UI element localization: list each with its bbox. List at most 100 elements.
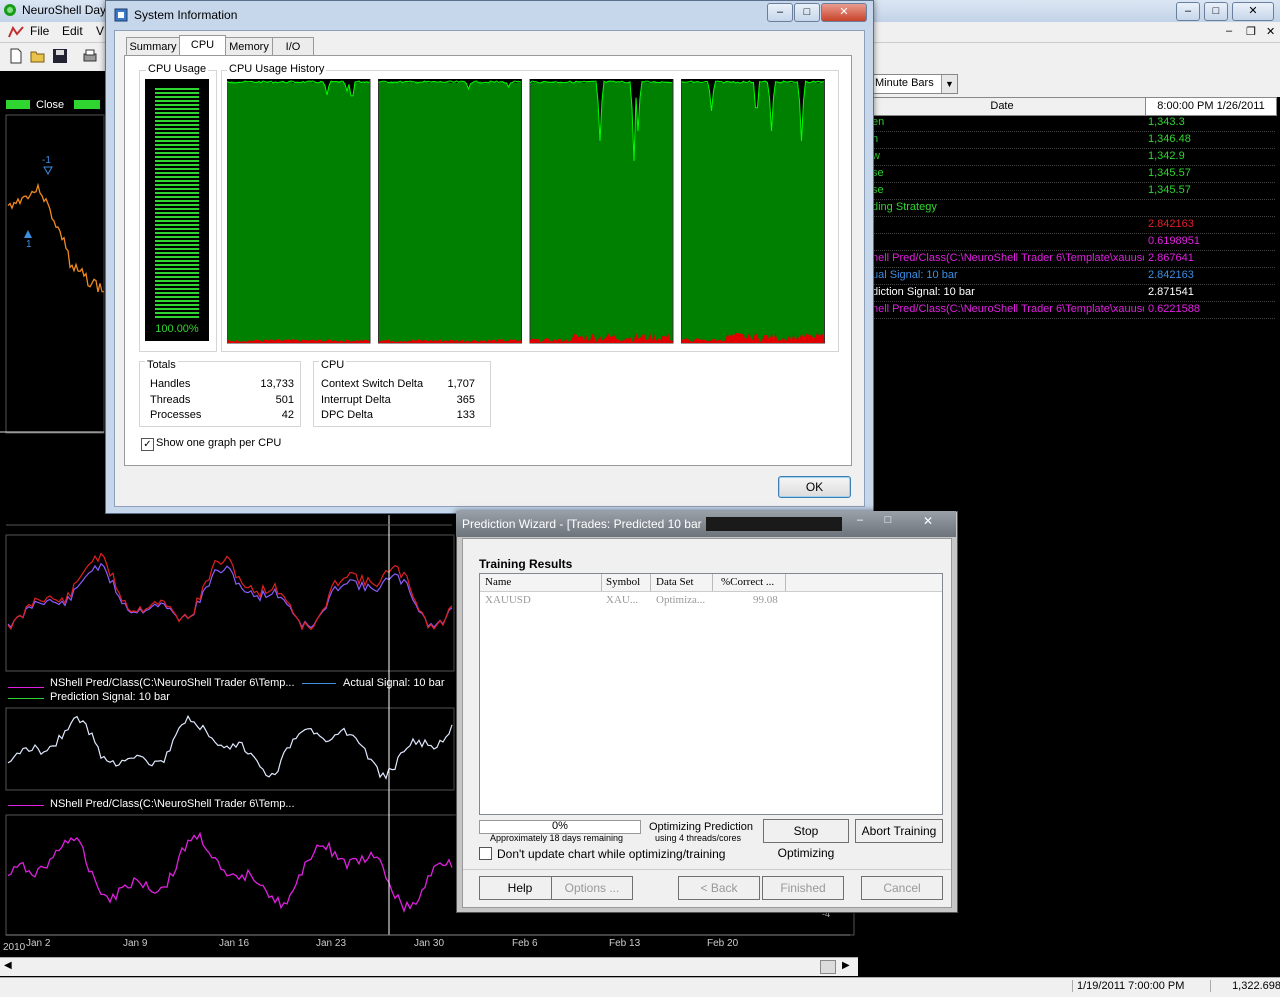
table-row[interactable]: 2.842163 bbox=[858, 217, 1275, 234]
col-name[interactable]: Name bbox=[480, 574, 602, 591]
meter-segment bbox=[155, 228, 199, 230]
table-row[interactable]: diction Signal: 10 bar 2.871541 bbox=[858, 285, 1275, 302]
col-symbol[interactable]: Symbol bbox=[601, 574, 651, 591]
scroll-thumb[interactable] bbox=[820, 960, 836, 974]
col-correct[interactable]: %Correct ... bbox=[713, 574, 786, 591]
table-row[interactable]: hell Pred/Class(C:\NeuroShell Trader 6\T… bbox=[858, 302, 1275, 319]
meter-segment bbox=[155, 100, 199, 102]
meter-segment bbox=[155, 148, 199, 150]
status-bar: 1/19/2011 7:00:00 PM 1,322.698 bbox=[0, 977, 1280, 997]
menu-file[interactable]: File bbox=[30, 24, 49, 38]
table-row[interactable]: w 1,342.9 bbox=[858, 149, 1275, 166]
meter-segment bbox=[155, 316, 199, 318]
stop-optimizing-button[interactable]: Stop Optimizing bbox=[763, 819, 849, 860]
meter-segment bbox=[155, 208, 199, 210]
maximize-button[interactable]: □ bbox=[1204, 2, 1228, 21]
grid-header-value[interactable]: 8:00:00 PM 1/26/2011 bbox=[1145, 97, 1277, 116]
bar-period-select[interactable]: Minute Bars ▼ bbox=[868, 74, 958, 94]
meter-segment bbox=[155, 200, 199, 202]
table-row[interactable]: ding Strategy bbox=[858, 200, 1275, 217]
tab-io[interactable]: I/O bbox=[272, 37, 314, 56]
wizard-maximize-icon[interactable]: □ bbox=[876, 514, 900, 530]
window-icon[interactable] bbox=[8, 25, 24, 39]
save-icon[interactable] bbox=[52, 48, 68, 64]
row-symbol: XAU... bbox=[606, 594, 639, 606]
horizontal-scrollbar[interactable]: ◀ ▶ bbox=[0, 957, 858, 976]
tab-cpu[interactable]: CPU bbox=[179, 35, 226, 57]
close-button[interactable]: ✕ bbox=[1232, 2, 1274, 21]
meter-segment bbox=[155, 88, 199, 90]
meter-segment bbox=[155, 256, 199, 258]
cpu-history-graph-1 bbox=[227, 79, 371, 344]
table-row[interactable]: se 1,345.57 bbox=[858, 166, 1275, 183]
meter-segment bbox=[155, 152, 199, 154]
legend-swatch-pred bbox=[8, 687, 44, 688]
table-row[interactable]: ual Signal: 10 bar 2.842163 bbox=[858, 268, 1275, 285]
meter-segment bbox=[155, 128, 199, 130]
x-tick: Jan 30 bbox=[414, 938, 445, 949]
open-icon[interactable] bbox=[30, 48, 46, 64]
training-results-list[interactable]: Name Symbol Data Set %Correct ... XAUUSD… bbox=[479, 573, 943, 815]
grid-row-name: se bbox=[872, 167, 884, 179]
buy-marker bbox=[24, 230, 32, 238]
mdi-restore-icon[interactable]: ❐ bbox=[1246, 25, 1256, 38]
checkmark-icon[interactable]: ✓ bbox=[141, 438, 154, 451]
mdi-close-icon[interactable]: ✕ bbox=[1266, 25, 1275, 38]
x-tick: Jan 9 bbox=[123, 938, 148, 949]
wizard-minimize-icon[interactable]: – bbox=[848, 514, 872, 530]
help-button[interactable]: Help bbox=[479, 876, 561, 900]
wizard-body: Training Results Name Symbol Data Set %C… bbox=[462, 538, 952, 908]
x-tick: Jan 2 bbox=[26, 938, 51, 949]
ok-button[interactable]: OK bbox=[778, 476, 851, 498]
tab-summary[interactable]: Summary bbox=[126, 37, 180, 56]
back-button[interactable]: < Back bbox=[678, 876, 760, 900]
optimizing-status: Optimizing Prediction bbox=[649, 821, 753, 833]
menu-view[interactable]: V bbox=[96, 24, 104, 38]
meter-segment bbox=[155, 164, 199, 166]
abort-training-button[interactable]: Abort Training bbox=[855, 819, 943, 843]
cpu-usage-meter: 100.00% bbox=[145, 79, 209, 341]
mdi-minimize-icon[interactable]: – bbox=[1226, 25, 1232, 37]
table-row[interactable]: 0.6198951 bbox=[858, 234, 1275, 251]
meter-segment bbox=[155, 216, 199, 218]
cpu-stats-label: CPU bbox=[319, 359, 347, 371]
meter-segment bbox=[155, 204, 199, 206]
new-icon[interactable] bbox=[8, 48, 24, 64]
scroll-left-icon[interactable]: ◀ bbox=[4, 960, 12, 971]
grid-row-name: hell Pred/Class(C:\NeuroShell Trader 6\T… bbox=[872, 303, 1144, 315]
grid-row-value: 1,345.57 bbox=[1148, 167, 1191, 179]
menu-edit[interactable]: Edit bbox=[62, 24, 83, 38]
show-one-graph-label[interactable]: Show one graph per CPU bbox=[156, 437, 281, 449]
dont-update-checkbox[interactable] bbox=[479, 847, 492, 860]
status-value: 1,322.698 bbox=[1210, 980, 1280, 992]
minimize-icon[interactable]: – bbox=[767, 3, 793, 22]
table-row[interactable]: hell Pred/Class(C:\NeuroShell Trader 6\T… bbox=[858, 251, 1275, 268]
table-row[interactable]: XAUUSD XAU... Optimiza... 99.08 bbox=[480, 593, 942, 609]
meter-segment bbox=[155, 104, 199, 106]
dont-update-label[interactable]: Don't update chart while optimizing/trai… bbox=[497, 847, 725, 861]
scroll-arrow-icon[interactable]: ▶ bbox=[842, 960, 850, 971]
grid-header-date[interactable]: Date bbox=[858, 97, 1146, 116]
print-icon[interactable] bbox=[82, 48, 98, 64]
meter-segment bbox=[155, 276, 199, 278]
grid-row-value: 2.871541 bbox=[1148, 286, 1194, 298]
maximize-icon[interactable]: □ bbox=[794, 3, 820, 22]
wizard-close-icon[interactable]: ✕ bbox=[908, 514, 948, 530]
tab-memory[interactable]: Memory bbox=[225, 37, 273, 56]
meter-segment bbox=[155, 156, 199, 158]
options-button[interactable]: Options ... bbox=[551, 876, 633, 900]
meter-segment bbox=[155, 272, 199, 274]
minimize-button[interactable]: – bbox=[1176, 2, 1200, 21]
table-row[interactable]: se 1,345.57 bbox=[858, 183, 1275, 200]
row-name: XAUUSD bbox=[485, 594, 531, 606]
cancel-button[interactable]: Cancel bbox=[861, 876, 943, 900]
meter-segment bbox=[155, 236, 199, 238]
finished-button[interactable]: Finished bbox=[762, 876, 844, 900]
dropdown-arrow-icon[interactable]: ▼ bbox=[941, 75, 957, 93]
close-icon[interactable]: ✕ bbox=[821, 3, 867, 22]
meter-segment bbox=[155, 244, 199, 246]
col-dataset[interactable]: Data Set bbox=[651, 574, 713, 591]
grid-row-name: ding Strategy bbox=[872, 201, 937, 213]
table-row[interactable]: en 1,343.3 bbox=[858, 115, 1275, 132]
table-row[interactable]: h 1,346.48 bbox=[858, 132, 1275, 149]
